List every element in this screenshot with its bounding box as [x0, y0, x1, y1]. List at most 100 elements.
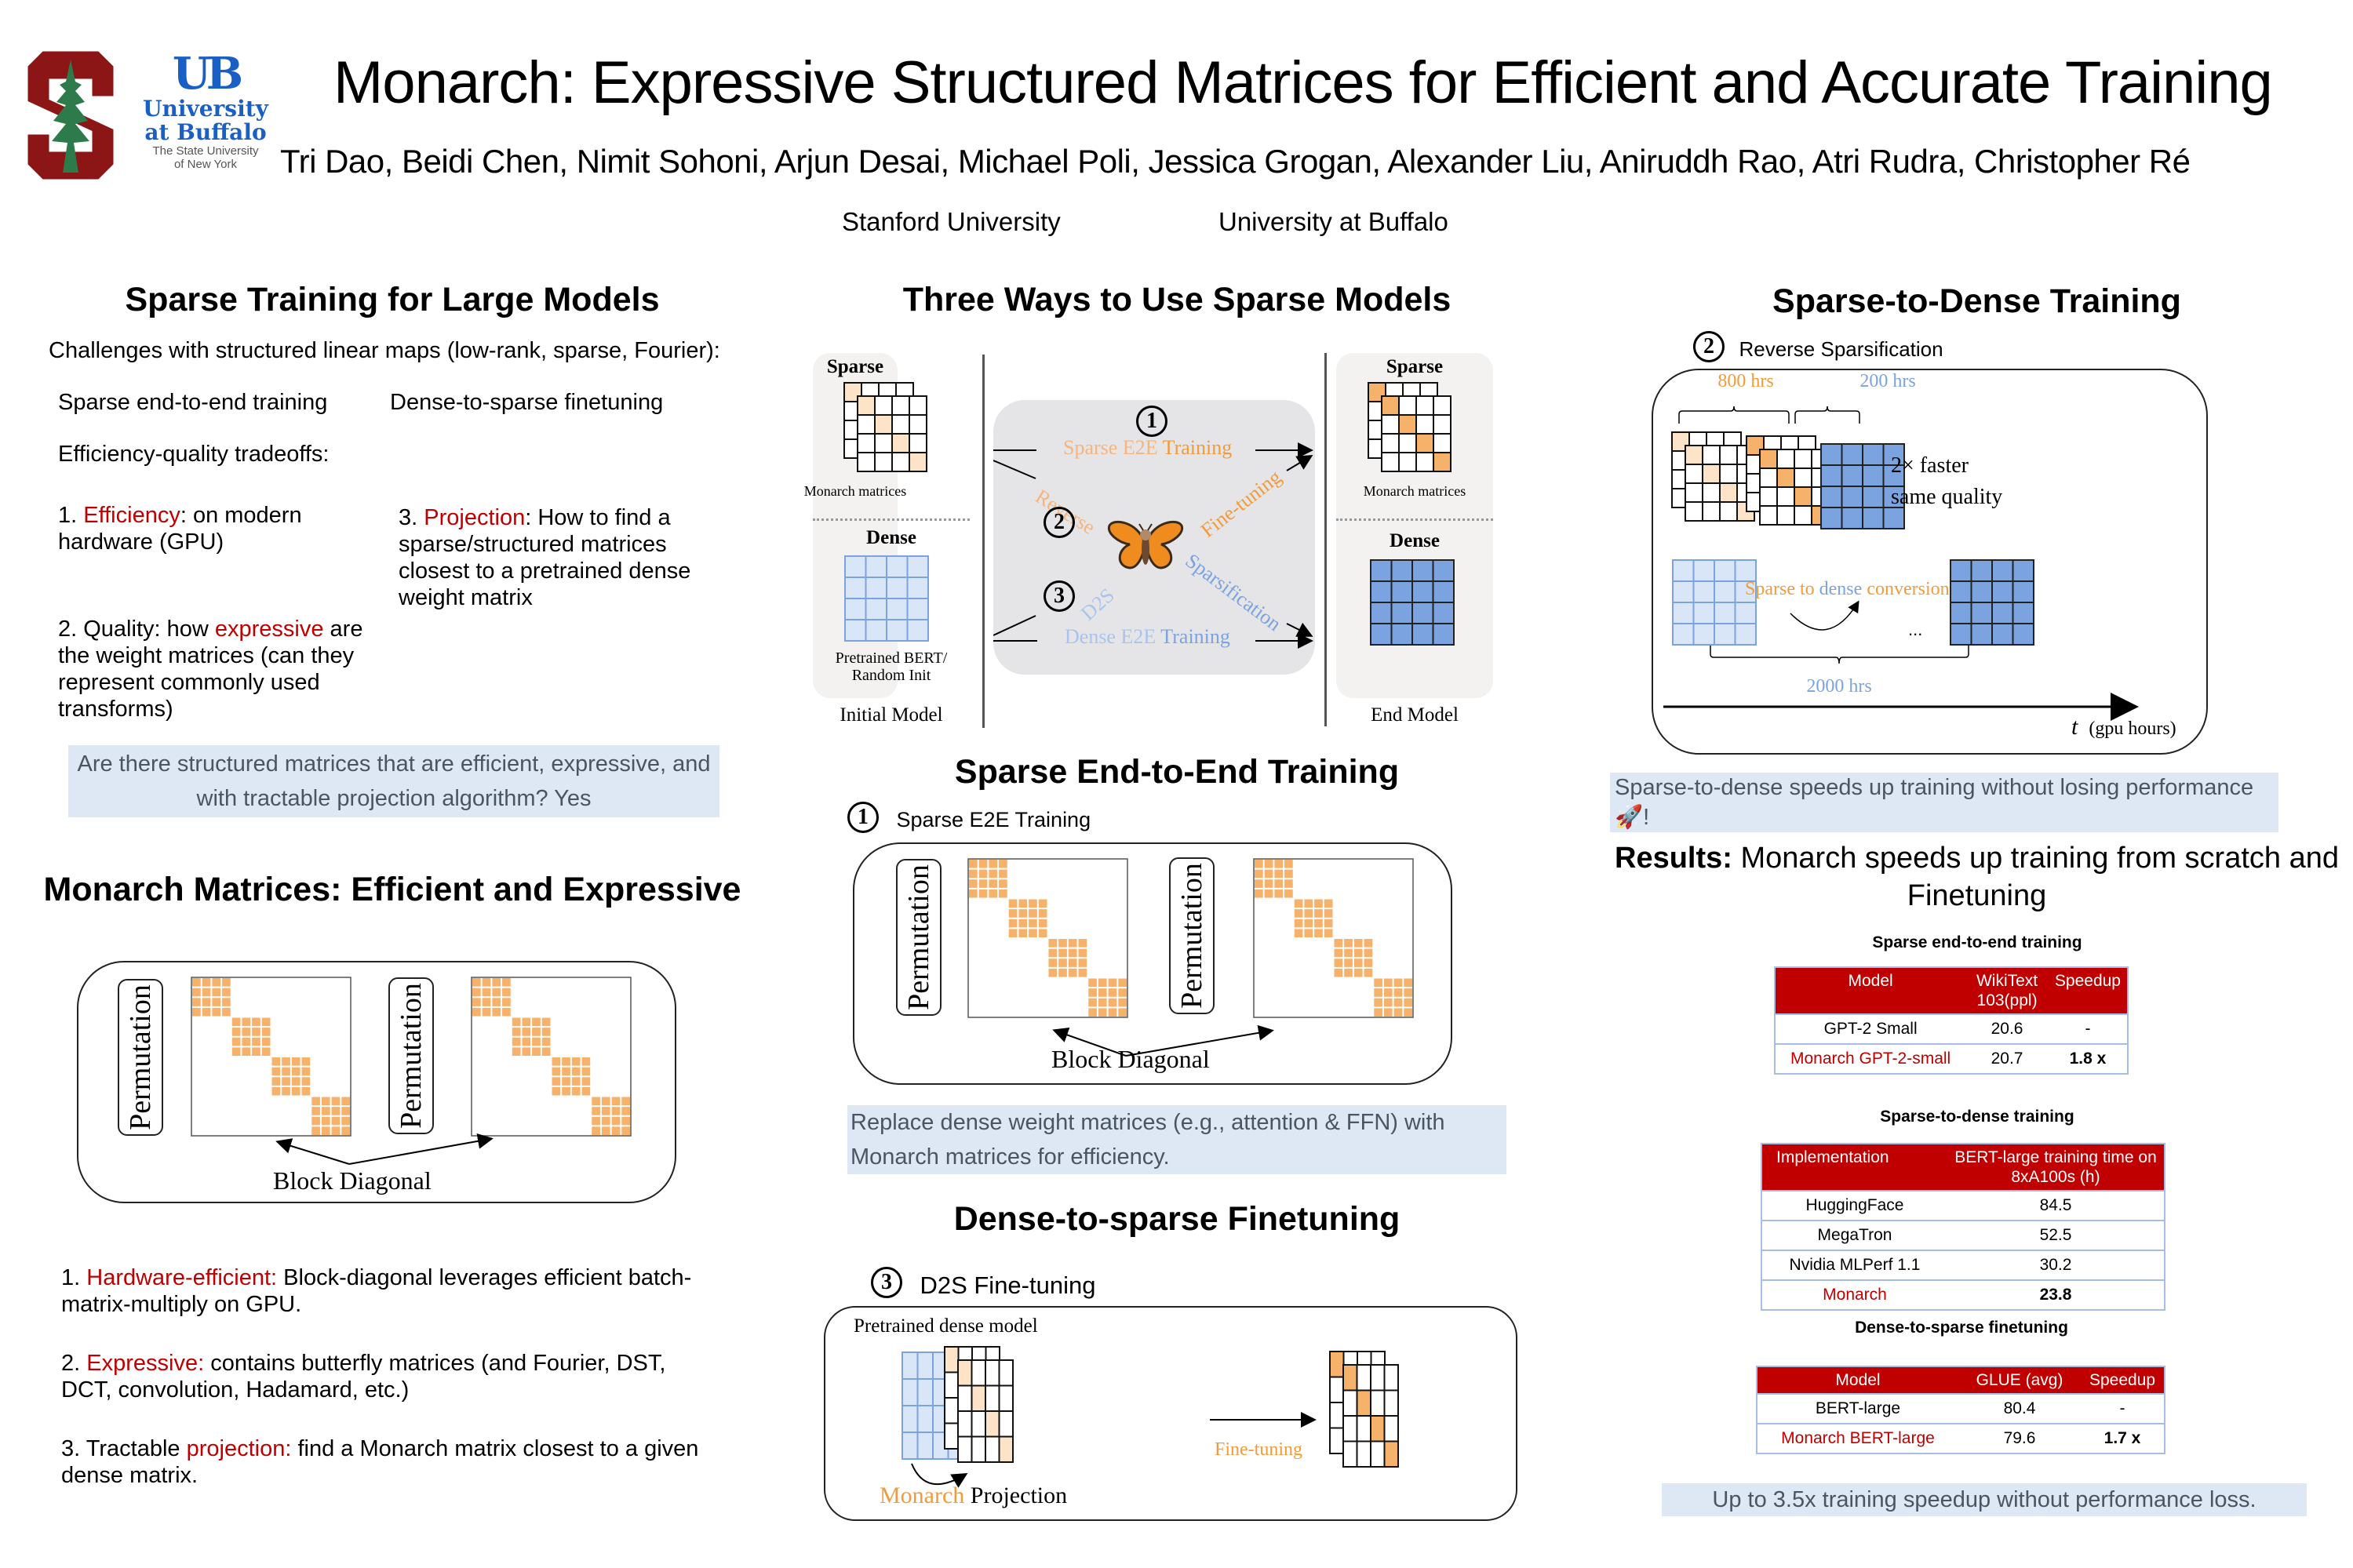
block-cell: [212, 998, 221, 1006]
front-cell: [998, 1359, 1014, 1387]
block-cell: [1058, 959, 1067, 967]
block-cell: [291, 1057, 300, 1066]
subtitle-text: Reverse Sparsification: [1739, 337, 1943, 362]
block-cell: [1068, 968, 1077, 977]
block-cell: [1314, 899, 1323, 908]
cell-impl: Monarch: [1761, 1279, 1947, 1310]
block-cell: [978, 860, 988, 868]
block-cell: [562, 1086, 570, 1096]
dense-cell: [1672, 602, 1695, 624]
block-cell: [502, 998, 511, 1006]
block-cell: [989, 889, 998, 898]
front-cell: [1383, 1440, 1399, 1468]
affiliation-stanford: Stanford University: [842, 207, 1061, 236]
block-cell: [562, 1067, 570, 1076]
block-cell: [1029, 899, 1037, 908]
permutation-label: Permutation: [902, 864, 936, 1010]
s2d-braces-axis: [1663, 406, 2139, 721]
affiliation-buffalo: University at Buffalo: [1218, 207, 1448, 236]
table-header-row: Model WikiText 103(ppl) Speedup: [1775, 967, 2128, 1014]
dense-cell: [2012, 580, 2034, 603]
front-cell: [1383, 1415, 1399, 1442]
block-cell: [502, 988, 511, 997]
dense-cell: [1390, 559, 1413, 582]
block-cell: [532, 1017, 541, 1027]
cell-impl: MegaTron: [1761, 1220, 1947, 1250]
dense-cell: [1692, 602, 1715, 624]
block-cell: [581, 1077, 591, 1086]
end-model-caption: End Model: [1371, 704, 1459, 726]
front-cell: [957, 1410, 973, 1438]
block-cell: [1294, 919, 1303, 928]
block-cell: [301, 1067, 311, 1076]
block-cell: [592, 1116, 600, 1126]
dense-cell: [865, 555, 887, 578]
block-cell: [482, 998, 491, 1006]
ub-name-2: at Buffalo: [144, 119, 267, 145]
dotted-divider-right: [1336, 518, 1493, 521]
block-cell: [242, 1017, 251, 1027]
front-cell: [874, 395, 893, 416]
front-cell: [857, 395, 876, 416]
point-prefix: 1.: [61, 1265, 87, 1290]
block-cell: [1264, 889, 1273, 898]
block-cell: [301, 1086, 311, 1096]
callout-replace: Replace dense weight matrices (e.g., att…: [847, 1105, 1506, 1174]
col-header: Model: [1757, 1366, 1958, 1394]
ub-name-1: University: [143, 96, 268, 122]
front-cell: [1719, 501, 1738, 522]
dense-cell: [1432, 602, 1455, 624]
permutation-box-2: Permutation: [1169, 857, 1215, 1014]
front-cell: [1370, 1440, 1386, 1468]
sparse-e2e-training-label: Sparse E2E Training: [1063, 436, 1232, 460]
block-cell: [1304, 899, 1313, 908]
dense-cell: [1950, 602, 1972, 624]
block-diagonal-label: Block Diagonal: [1051, 1045, 1210, 1073]
block-cell: [989, 879, 998, 888]
initial-dense-label: Dense: [866, 527, 916, 548]
dense-cell: [1991, 602, 2014, 624]
block-cell: [592, 1097, 600, 1106]
block-cell: [1294, 929, 1303, 937]
way-3-badge: 3: [1044, 580, 1075, 612]
cell-model: GPT-2 Small: [1775, 1013, 1966, 1044]
butterfly-icon: [1106, 518, 1185, 573]
cell-speedup: -: [2081, 1393, 2165, 1424]
block-cell: [1324, 929, 1333, 937]
block-cell: [231, 1028, 241, 1036]
permutation-box-1: Permutation: [118, 979, 163, 1136]
block-cell: [1068, 948, 1077, 958]
block-cell: [321, 1107, 330, 1115]
vertical-divider-right: [1324, 353, 1327, 726]
front-cell: [1794, 467, 1812, 488]
block-cell: [502, 978, 511, 987]
block-cell: [601, 1097, 610, 1106]
block-cell: [1038, 909, 1047, 918]
block-cell: [231, 1037, 241, 1046]
block-cell: [621, 1097, 630, 1106]
label-part: Dense E2E: [1065, 625, 1161, 648]
front-cell: [857, 414, 876, 435]
dense-cell: [1991, 559, 2014, 582]
monarch-point-2: 2. Expressive: contains butterfly matric…: [61, 1350, 720, 1403]
front-cell: [1383, 1364, 1399, 1392]
block-cell: [611, 1107, 621, 1115]
col-dense-to-sparse: Dense-to-sparse finetuning: [390, 390, 664, 415]
block-cell: [581, 1067, 591, 1076]
cell-impl: Nvidia MLPerf 1.1: [1761, 1250, 1947, 1280]
block-cell: [222, 988, 231, 997]
subtitle-text: Sparse E2E Training: [896, 808, 1091, 832]
front-cell: [1356, 1415, 1371, 1442]
block-cell: [1274, 860, 1284, 868]
initial-monarch-label: Monarch matrices: [803, 483, 907, 499]
back-cell: [1329, 1376, 1345, 1403]
dense-cell: [865, 598, 887, 620]
callout-results: Up to 3.5x training speedup without perf…: [1662, 1483, 2307, 1516]
block-cell: [1284, 869, 1293, 879]
block-cell: [202, 998, 211, 1006]
block-cell: [192, 978, 201, 987]
block-cell: [552, 1067, 561, 1076]
s2d-subtitle: 2 Reverse Sparsification: [1693, 331, 1943, 362]
block-cell: [1344, 968, 1353, 977]
front-cell: [1759, 505, 1778, 526]
